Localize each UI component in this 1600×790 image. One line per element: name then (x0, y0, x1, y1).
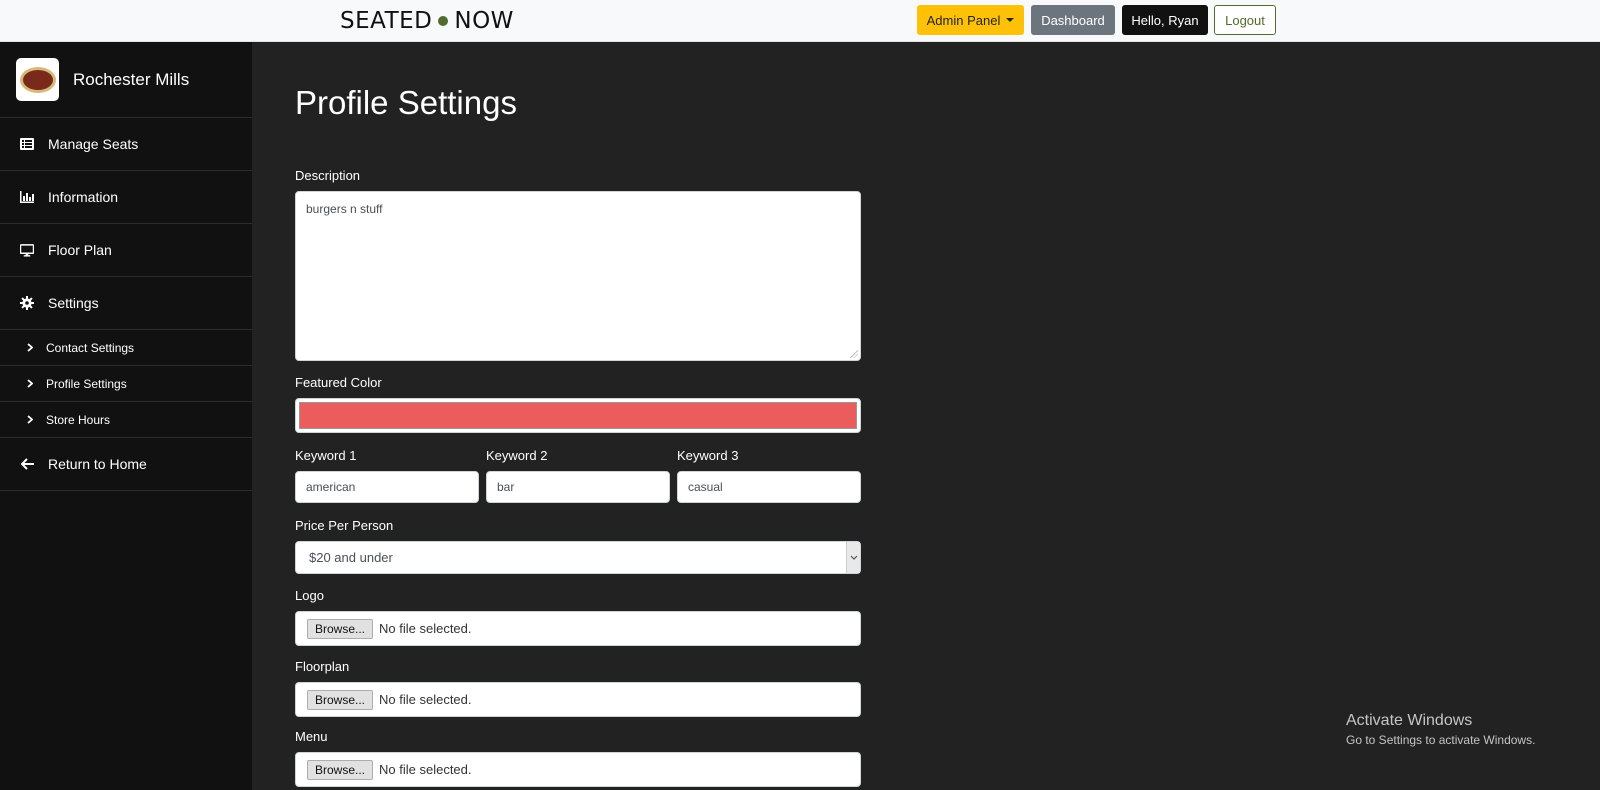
sidebar-item-manage-seats[interactable]: Manage Seats (0, 118, 252, 171)
keyword2-value: bar (497, 480, 515, 494)
monitor-icon (20, 243, 34, 257)
price-selected-value: $20 and under (309, 550, 393, 565)
keyword2-label: Keyword 2 (486, 448, 548, 463)
sidebar-item-floor-plan[interactable]: Floor Plan (0, 224, 252, 277)
keyword3-value: casual (688, 480, 723, 494)
sidebar: Rochester Mills Manage Seats Information… (0, 42, 252, 790)
price-per-person-label: Price Per Person (295, 518, 394, 533)
keyword1-input[interactable]: american (295, 471, 479, 503)
watermark-subtitle: Go to Settings to activate Windows. (1346, 733, 1536, 747)
featured-color-picker[interactable] (295, 398, 861, 433)
list-icon (20, 137, 34, 151)
menu-file-status: No file selected. (379, 762, 472, 777)
caret-down-icon (1006, 18, 1015, 22)
admin-panel-button[interactable]: Admin Panel (917, 5, 1024, 35)
brand-dot-icon (438, 16, 449, 26)
logout-button[interactable]: Logout (1214, 5, 1276, 35)
chevron-right-icon (27, 379, 33, 388)
sidebar-item-information[interactable]: Information (0, 171, 252, 224)
floorplan-browse-button[interactable]: Browse... (307, 689, 374, 710)
sidebar-header: Rochester Mills (0, 42, 252, 118)
sidebar-subitem-label: Contact Settings (46, 340, 135, 355)
admin-panel-label: Admin Panel (926, 12, 1001, 28)
floorplan-label: Floorplan (295, 659, 350, 674)
keyword1-value: american (306, 480, 356, 494)
sidebar-subitem-contact-settings[interactable]: Contact Settings (0, 330, 252, 366)
featured-color-label: Featured Color (295, 375, 382, 390)
sidebar-item-label: Return to Home (48, 456, 147, 472)
user-greeting-button[interactable]: Hello, Ryan (1122, 5, 1208, 35)
chevron-down-icon[interactable] (846, 542, 860, 573)
color-swatch (299, 402, 857, 429)
sidebar-item-label: Information (48, 189, 119, 205)
page-title: Profile Settings (295, 84, 517, 121)
gear-icon (20, 296, 34, 310)
floorplan-file-input[interactable]: Browse... No file selected. (295, 682, 861, 717)
resize-handle-icon[interactable] (850, 350, 858, 358)
logo-file-status: No file selected. (379, 621, 472, 636)
watermark-title: Activate Windows (1346, 712, 1473, 729)
sidebar-item-return-home[interactable]: Return to Home (0, 438, 252, 491)
sidebar-subitem-label: Profile Settings (46, 376, 127, 391)
windows-activation-watermark: Activate Windows Go to Settings to activ… (1346, 712, 1535, 747)
description-label: Description (295, 168, 361, 183)
arrow-left-icon (20, 457, 34, 471)
keyword3-label: Keyword 3 (677, 448, 739, 463)
sidebar-subitem-store-hours[interactable]: Store Hours (0, 402, 252, 438)
restaurant-logo (16, 58, 59, 101)
description-text: burgers n stuff (306, 202, 383, 216)
restaurant-logo-image (19, 66, 56, 93)
sidebar-item-label: Floor Plan (48, 242, 112, 258)
dashboard-button[interactable]: Dashboard (1031, 5, 1115, 35)
chevron-right-icon (27, 415, 33, 424)
menu-browse-button[interactable]: Browse... (307, 759, 374, 780)
floorplan-file-status: No file selected. (379, 692, 472, 707)
price-per-person-select[interactable]: $20 and under (295, 541, 861, 574)
sidebar-item-label: Settings (48, 295, 99, 311)
chevron-right-icon (27, 343, 33, 352)
sidebar-subitem-label: Store Hours (46, 412, 111, 427)
bar-chart-icon (20, 190, 34, 204)
main-content: Profile Settings Description burgers n s… (252, 42, 1600, 790)
keyword2-input[interactable]: bar (486, 471, 670, 503)
brand-logo[interactable]: SEATED NOW (340, 6, 514, 36)
keyword3-input[interactable]: casual (677, 471, 861, 503)
restaurant-name: Rochester Mills (73, 69, 190, 89)
description-textarea[interactable]: burgers n stuff (295, 191, 861, 361)
logo-file-input[interactable]: Browse... No file selected. (295, 611, 861, 646)
top-navbar: SEATED NOW Admin Panel Dashboard Hello, … (0, 0, 1600, 42)
menu-file-input[interactable]: Browse... No file selected. (295, 752, 861, 787)
logo-label: Logo (295, 588, 324, 603)
logo-browse-button[interactable]: Browse... (307, 618, 374, 639)
sidebar-item-label: Manage Seats (48, 136, 139, 152)
sidebar-item-settings[interactable]: Settings (0, 277, 252, 330)
sidebar-subitem-profile-settings[interactable]: Profile Settings (0, 366, 252, 402)
brand-text-right: NOW (454, 8, 514, 34)
brand-text-left: SEATED (340, 8, 433, 34)
menu-label: Menu (295, 729, 328, 744)
keyword1-label: Keyword 1 (295, 448, 357, 463)
